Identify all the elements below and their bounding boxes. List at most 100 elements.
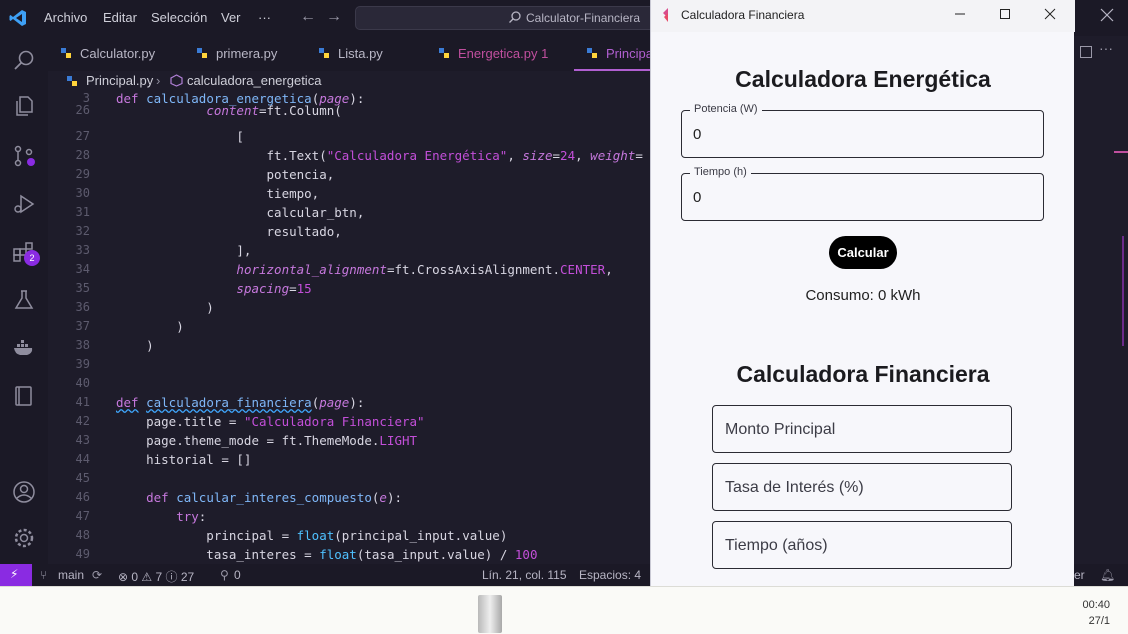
code-line[interactable]: 49 tasa_interes = float(tasa_input.value… [48, 547, 650, 564]
code-line[interactable]: 38 ) [48, 338, 650, 357]
code-line[interactable]: 42 page.title = "Calculadora Financiera" [48, 414, 650, 433]
tab-label: Lista.py [338, 46, 383, 61]
code-line[interactable]: 39 [48, 357, 650, 376]
back-arrow-icon[interactable]: ← [300, 8, 316, 26]
code-editor[interactable]: 3 def calculadora_energetica(page): 26 con… [48, 91, 650, 564]
code-line[interactable]: 33 ], [48, 243, 650, 262]
tab-primera[interactable]: primera.py [184, 36, 277, 71]
code-text: ) [116, 319, 184, 334]
sync-icon[interactable]: ⟳ [92, 568, 102, 582]
menu-ver[interactable]: Ver [221, 10, 241, 25]
code-line[interactable]: 28 ft.Text("Calculadora Energética", siz… [48, 148, 650, 167]
search-icon[interactable] [12, 48, 36, 72]
rate-input[interactable]: Tasa de Interés (%) [712, 463, 1012, 511]
split-editor-icon[interactable] [1080, 46, 1092, 58]
tab-label: primera.py [216, 46, 278, 61]
code-line[interactable]: 27 [ [48, 129, 650, 148]
maximize-icon[interactable] [998, 7, 1012, 21]
line-number: 47 [75, 509, 90, 523]
minimize-icon[interactable] [953, 7, 967, 21]
code-text: calcular_btn, [116, 205, 365, 220]
breadcrumb-file[interactable]: Principal.py [86, 73, 153, 88]
code-text: potencia, [116, 167, 335, 182]
settings-gear-icon[interactable] [12, 526, 36, 550]
close-icon[interactable] [1043, 7, 1057, 21]
line-number: 35 [75, 281, 90, 295]
extensions-badge: 2 [24, 250, 40, 266]
search-text: Calculator-Financiera [526, 11, 641, 25]
energy-result: Consumo: 0 kWh [805, 287, 921, 304]
code-line[interactable]: 45 [48, 471, 650, 490]
explorer-icon[interactable] [12, 94, 36, 118]
line-number: 39 [75, 357, 90, 371]
code-line[interactable]: 34 horizontal_alignment=ft.CrossAxisAlig… [48, 262, 650, 281]
cursor-position[interactable]: Lín. 21, col. 115 [482, 568, 567, 582]
line-number: 41 [75, 395, 90, 409]
tiempo-field[interactable]: Tiempo (h) 0 [681, 166, 1044, 221]
account-icon[interactable] [12, 480, 36, 504]
years-placeholder: Tiempo (años) [725, 537, 828, 554]
code-line[interactable]: 26 content=ft.Column( [48, 103, 650, 122]
line-number: 45 [75, 471, 90, 485]
more-actions-icon[interactable]: ··· [1099, 40, 1113, 56]
code-line[interactable]: 31 calcular_btn, [48, 205, 650, 224]
remote-indicator[interactable]: ⚡ [0, 564, 32, 586]
code-line[interactable]: 36 ) [48, 300, 650, 319]
principal-input[interactable]: Monto Principal [712, 405, 1012, 453]
vscode-close-icon[interactable] [1100, 8, 1114, 22]
code-text: spacing=15 [236, 281, 312, 296]
docker-icon[interactable] [12, 336, 36, 360]
code-line[interactable]: 30 tiempo, [48, 186, 650, 205]
taskbar-app-thumbnail[interactable] [478, 595, 502, 633]
menu-editar[interactable]: Editar [103, 10, 137, 25]
code-line[interactable]: 46 def calcular_interes_compuesto(e): [48, 490, 650, 509]
notifications-bell-icon[interactable]: 🔔︎ [1100, 568, 1115, 582]
tiempo-label: Tiempo (h) [690, 166, 751, 178]
forward-arrow-icon[interactable]: → [326, 8, 342, 26]
potencia-field[interactable]: Potencia (W) 0 [681, 103, 1044, 158]
code-line[interactable]: 48 principal = float(principal_input.val… [48, 528, 650, 547]
line-number: 32 [75, 224, 90, 238]
breadcrumb-symbol[interactable]: calculadora_energetica [187, 73, 321, 88]
run-debug-icon[interactable] [12, 192, 36, 216]
problems-status[interactable]: ⊗ 0 ⚠ 7 ⓘ 27 [118, 568, 194, 585]
notebook-icon[interactable] [12, 384, 36, 408]
tab-lista[interactable]: Lista.py [306, 36, 383, 71]
editor-tabs: Calculator.py primera.py Lista.py Energe… [48, 36, 650, 71]
code-text: def calcular_interes_compuesto(e): [146, 490, 403, 505]
code-text: historial = [] [116, 452, 252, 467]
taskbar-clock[interactable]: 00:40 27/1 [1082, 597, 1110, 629]
status-truncated-text: er [1074, 568, 1085, 582]
line-number: 44 [75, 452, 90, 466]
testing-flask-icon[interactable] [12, 288, 36, 312]
menu-seleccion[interactable]: Selección [151, 10, 207, 25]
tab-calculator[interactable]: Calculator.py [48, 36, 155, 71]
code-line[interactable]: 47 try: [48, 509, 650, 528]
breadcrumb: Principal.py › calculadora_energetica [48, 71, 650, 91]
tab-energetica[interactable]: Energetica.py 1 [426, 36, 548, 71]
code-line[interactable]: 35 spacing=15 [48, 281, 650, 300]
indentation-status[interactable]: Espacios: 4 [579, 568, 641, 582]
code-text: ], [116, 243, 252, 258]
code-line[interactable]: 37 ) [48, 319, 650, 338]
flet-app-icon [663, 8, 668, 22]
code-line[interactable]: 44 historial = [] [48, 452, 650, 471]
code-line[interactable]: 43 page.theme_mode = ft.ThemeMode.LIGHT [48, 433, 650, 452]
calcular-button[interactable]: Calcular [829, 236, 897, 269]
code-line[interactable]: 41 def calculadora_financiera(page): [48, 395, 650, 414]
menu-archivo[interactable]: Archivo [44, 10, 87, 25]
remote-icon: ⚡ [10, 567, 19, 581]
code-line[interactable]: 40 [48, 376, 650, 395]
tab-principal[interactable]: Principa [574, 36, 650, 71]
line-number: 42 [75, 414, 90, 428]
code-line[interactable]: 29 potencia, [48, 167, 650, 186]
code-line[interactable]: 32 resultado, [48, 224, 650, 243]
menu-more[interactable]: ··· [258, 10, 271, 25]
command-center-search[interactable]: Calculator-Financiera [355, 6, 655, 30]
tab-label: Energetica.py 1 [458, 46, 549, 61]
source-control-icon[interactable] [12, 144, 36, 168]
ports-count[interactable]: 0 [234, 568, 241, 582]
years-input[interactable]: Tiempo (años) [712, 521, 1012, 569]
tiempo-value: 0 [693, 189, 702, 206]
branch-name[interactable]: main [58, 568, 84, 582]
